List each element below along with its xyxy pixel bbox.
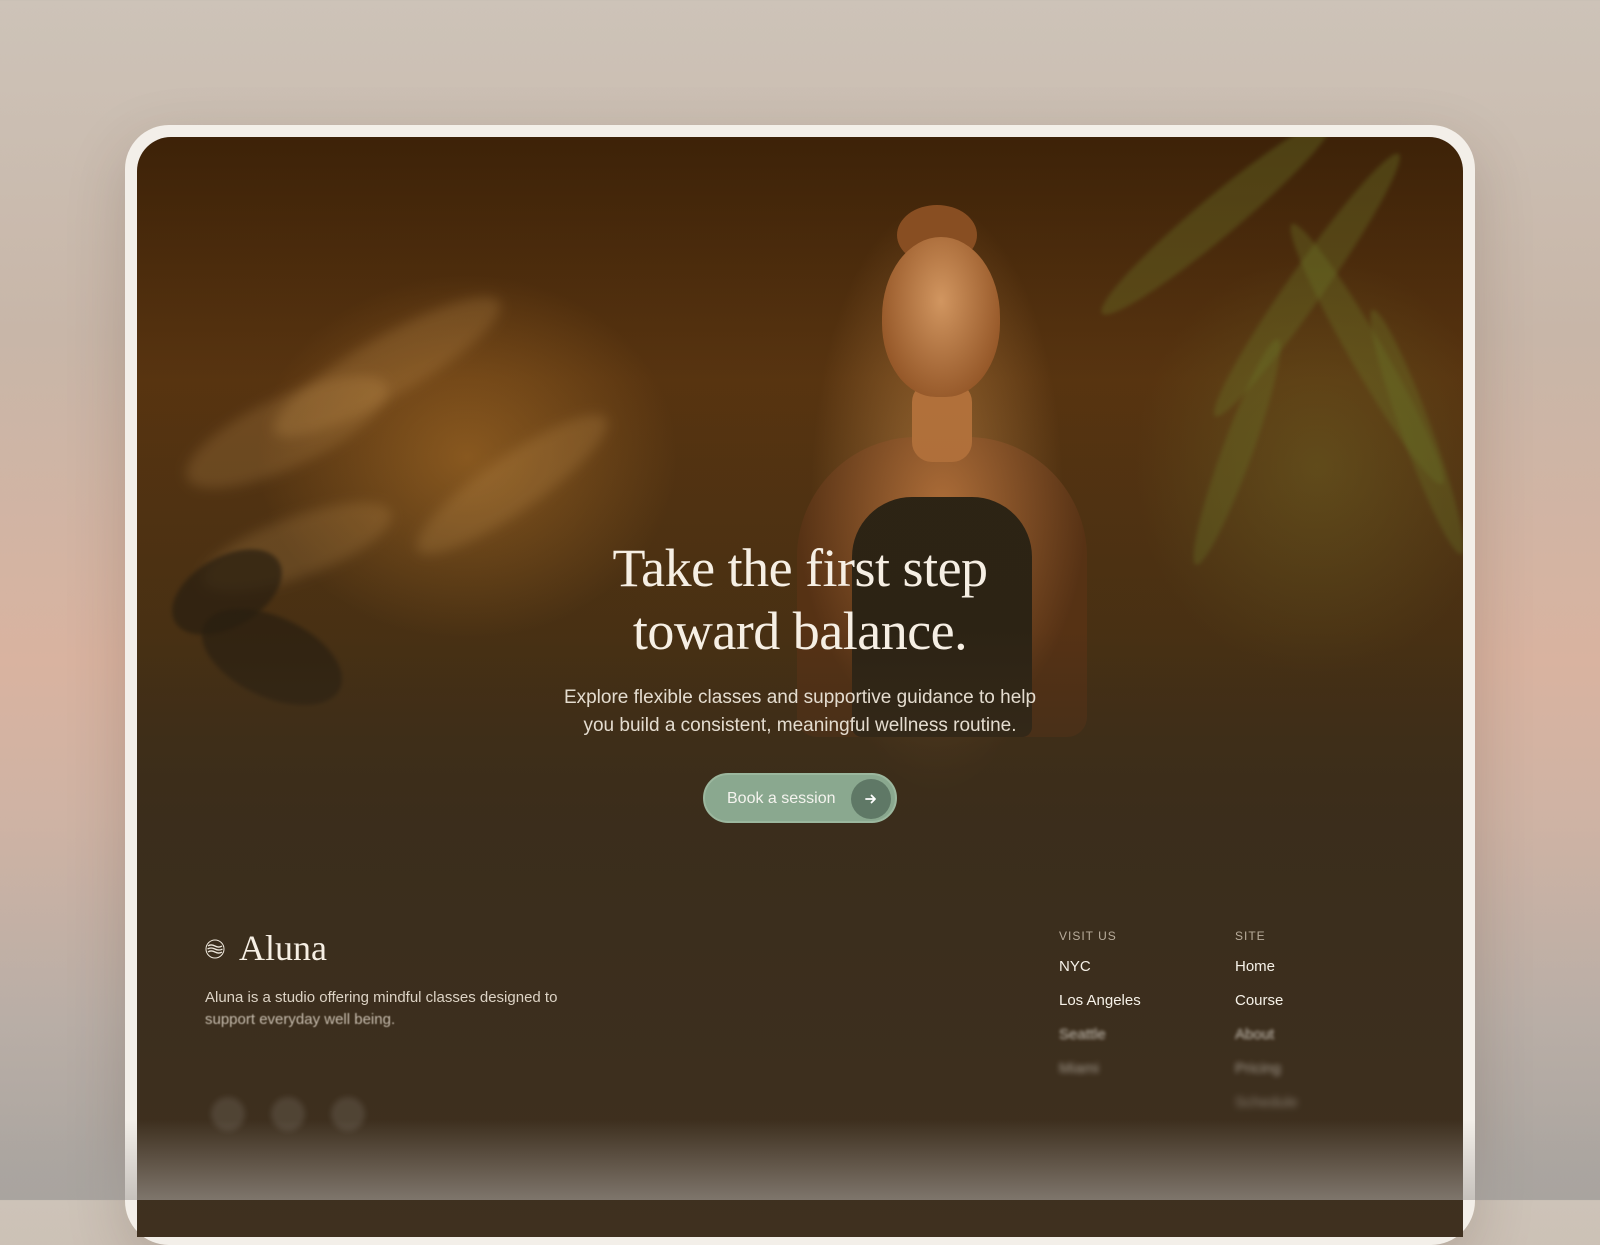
website-screen: Take the first step toward balance. Expl… (137, 137, 1463, 1237)
hero-title: Take the first step toward balance. (137, 537, 1463, 663)
arrow-right-icon (851, 779, 891, 819)
location-link-miami[interactable]: Miami (1059, 1059, 1141, 1093)
hero-subtitle-line-2: you build a consistent, meaningful welln… (583, 715, 1017, 736)
site-link-home[interactable]: Home (1235, 957, 1298, 991)
site-column: SITE Home Course About Pricing Schedule (1235, 929, 1298, 1127)
location-link-nyc[interactable]: NYC (1059, 957, 1141, 991)
brand-description-line-2: support everyday well being. (205, 1011, 396, 1028)
visit-us-column: VISIT US NYC Los Angeles Seattle Miami (1059, 929, 1141, 1093)
hero-title-line-2: toward balance. (632, 601, 968, 661)
hero-subtitle-line-1: Explore flexible classes and supportive … (563, 687, 1037, 708)
instagram-icon[interactable] (211, 1097, 245, 1131)
x-icon[interactable] (271, 1097, 305, 1131)
visit-us-heading: VISIT US (1059, 929, 1117, 943)
hero-subtitle: Explore flexible classes and supportive … (500, 684, 1100, 740)
site-heading: SITE (1235, 929, 1266, 943)
site-link-course[interactable]: Course (1235, 991, 1298, 1025)
hero-title-line-1: Take the first step (612, 538, 988, 598)
site-link-schedule[interactable]: Schedule (1235, 1093, 1298, 1127)
location-link-los-angeles[interactable]: Los Angeles (1059, 991, 1141, 1025)
brand-description: Aluna is a studio offering mindful class… (205, 987, 605, 1031)
brand-description-line-1: Aluna is a studio offering mindful class… (205, 989, 558, 1006)
book-session-label: Book a session (727, 790, 836, 807)
site-link-about[interactable]: About (1235, 1025, 1298, 1059)
wave-circle-logo-icon (205, 939, 225, 964)
site-link-pricing[interactable]: Pricing (1235, 1059, 1298, 1093)
book-session-button[interactable]: Book a session (703, 773, 897, 823)
brand-name: Aluna (239, 928, 327, 968)
facebook-icon[interactable] (331, 1097, 365, 1131)
location-link-seattle[interactable]: Seattle (1059, 1025, 1141, 1059)
